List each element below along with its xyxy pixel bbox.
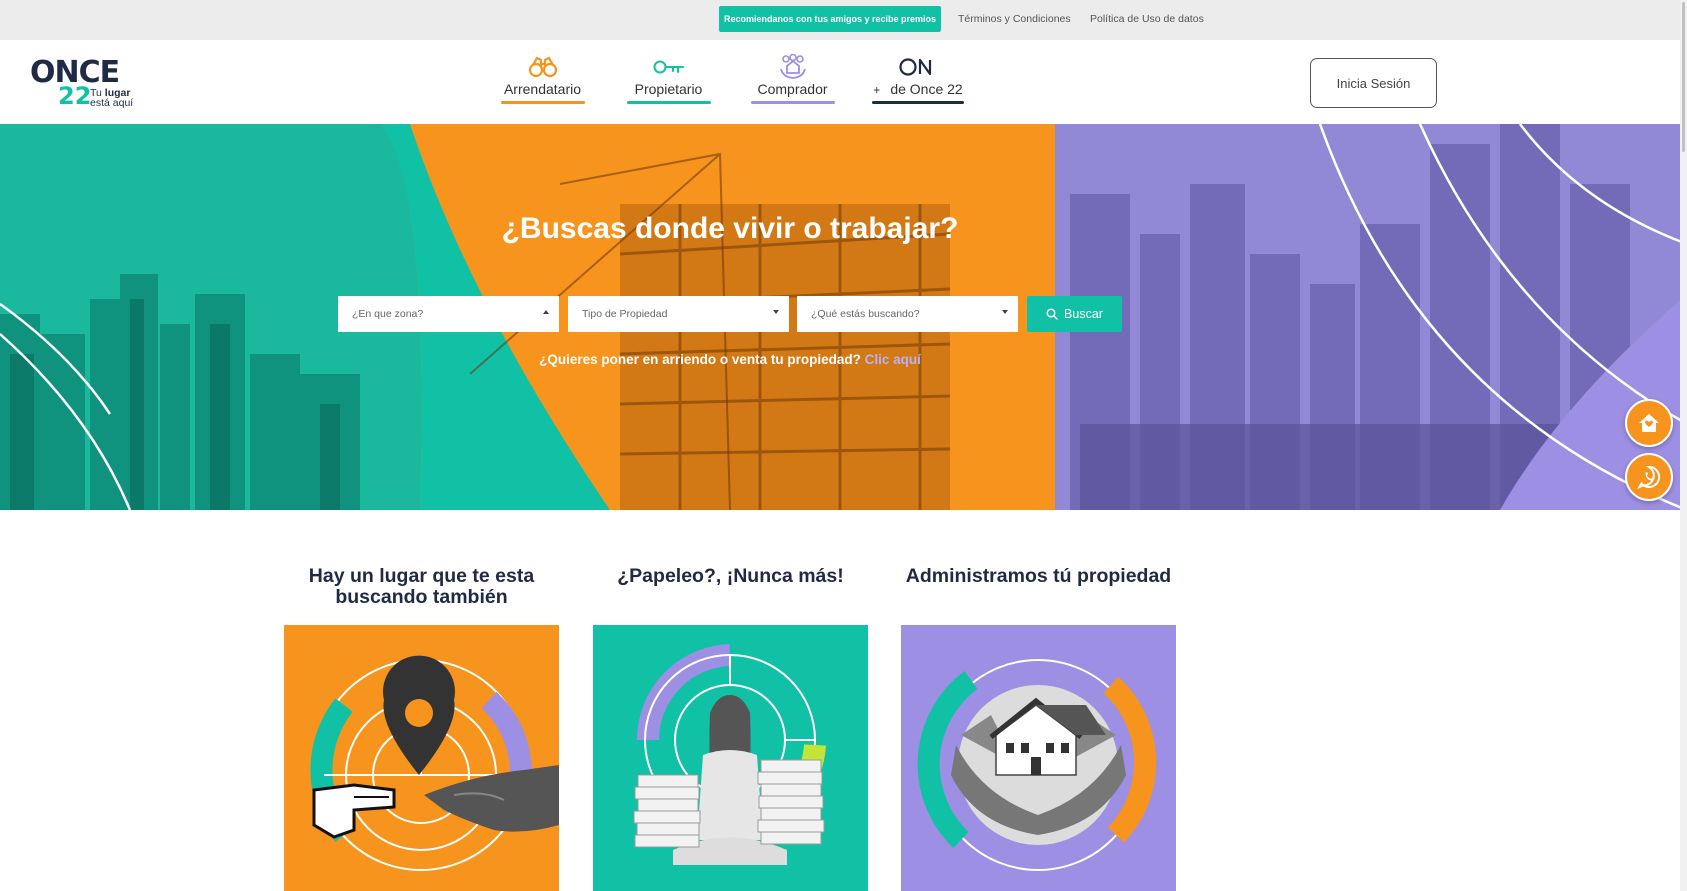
chevron-down-icon — [1002, 310, 1008, 314]
hero-banner: ¿Buscas donde vivir o trabajar? ¿En que … — [0, 124, 1687, 510]
home-icon — [1639, 414, 1659, 432]
scrollbar-thumb[interactable] — [1682, 2, 1685, 152]
nav-propietario[interactable]: Propietario — [626, 54, 711, 104]
feature-title: Hay un lugar que te esta buscando tambié… — [308, 565, 535, 608]
nav-label: Comprador — [757, 81, 828, 97]
house-in-hands-illustration — [917, 659, 1157, 871]
click-here-link[interactable]: Clic aquí — [865, 352, 921, 367]
on-logo-icon — [898, 54, 938, 80]
logo-tagline-line2: está aquí — [90, 97, 134, 109]
logo-tagline: Tu lugar está aquí — [90, 88, 134, 109]
hero-cta-text: ¿Quieres poner en arriendo o venta tu pr… — [539, 352, 865, 367]
binoculars-icon — [528, 54, 558, 80]
paperwork-meditation-illustration — [633, 644, 826, 865]
nav-underline — [872, 101, 964, 104]
location-hand-illustration — [310, 655, 559, 871]
page: Recomiendanos con tus amigos y recibe pr… — [0, 0, 1687, 891]
looking-for-select[interactable]: ¿Qué estás buscando? — [797, 296, 1018, 332]
nav-arrendatario[interactable]: Arrendatario — [500, 54, 585, 104]
nav-label-text: de Once 22 — [890, 81, 963, 97]
hero-cta: ¿Quieres poner en arriendo o venta tu pr… — [0, 352, 1460, 367]
site-header: ONCE 22 Tu lugar está aquí Arrendatario — [0, 40, 1687, 124]
caret-up-icon — [543, 310, 549, 314]
chevron-down-icon — [773, 310, 779, 314]
nav-underline — [626, 101, 711, 104]
whatsapp-floating-button[interactable] — [1625, 453, 1673, 501]
search-button-label: Buscar — [1064, 307, 1103, 321]
nav-label: Propietario — [634, 81, 703, 97]
login-button[interactable]: Inicia Sesión — [1310, 58, 1437, 108]
zone-select-placeholder: ¿En que zona? — [352, 308, 424, 320]
refer-friends-button[interactable]: Recomiendanos con tus amigos y recibe pr… — [719, 6, 941, 32]
key-icon — [653, 54, 685, 80]
property-type-select-placeholder: Tipo de Propiedad — [582, 308, 668, 320]
nav-label: Arrendatario — [503, 81, 582, 97]
property-type-select[interactable]: Tipo de Propiedad — [568, 296, 789, 332]
zone-select[interactable]: ¿En que zona? — [338, 296, 559, 332]
search-button[interactable]: Buscar — [1027, 296, 1122, 332]
top-utility-bar: Recomiendanos con tus amigos y recibe pr… — [0, 0, 1687, 40]
logo-number: 22 — [58, 82, 92, 110]
nav-comprador[interactable]: Comprador — [750, 54, 835, 104]
home-floating-button[interactable] — [1625, 399, 1673, 447]
house-hands-icon — [778, 54, 808, 80]
privacy-policy-link[interactable]: Política de Uso de datos — [1090, 13, 1204, 25]
looking-for-select-placeholder: ¿Qué estás buscando? — [811, 308, 920, 320]
feature-card-paperwork[interactable] — [593, 625, 868, 891]
whatsapp-icon — [1637, 465, 1661, 490]
feature-card-location[interactable] — [284, 625, 559, 891]
nav-underline — [750, 101, 835, 104]
nav-prefix-plus: + — [873, 83, 881, 97]
terms-link[interactable]: Términos y Condiciones — [958, 13, 1071, 25]
search-icon — [1046, 308, 1058, 320]
once22-logo[interactable]: ONCE 22 Tu lugar está aquí — [30, 58, 150, 110]
nav-label: + de Once 22 — [873, 81, 962, 97]
nav-de-once22[interactable]: + de Once 22 — [868, 54, 968, 104]
feature-card-property-management[interactable] — [901, 625, 1176, 891]
nav-underline — [500, 101, 585, 104]
feature-title: Administramos tú propiedad — [905, 565, 1172, 587]
feature-title: ¿Papeleo?, ¡Nunca más! — [617, 565, 844, 587]
hero-title: ¿Buscas donde vivir o trabajar? — [501, 212, 959, 245]
